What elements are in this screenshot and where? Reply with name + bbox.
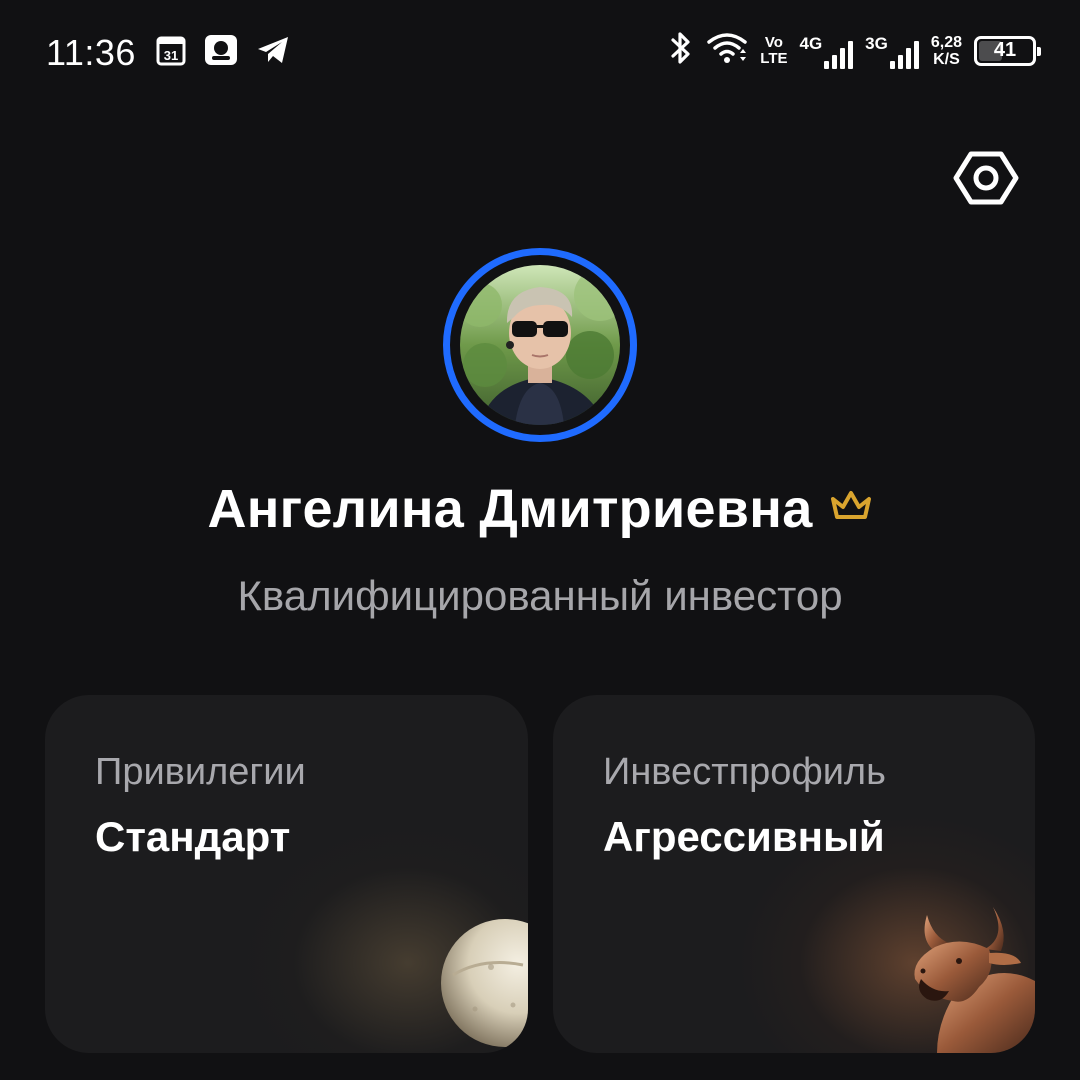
- signal-icon-sim1: 4G: [799, 33, 854, 69]
- settings-button[interactable]: [950, 146, 1022, 210]
- profile-screen: 11:36 31 Vo LTE 4G 3G 6,28 K/S 41 Ангели…: [0, 0, 1080, 1080]
- avatar-photo: [460, 265, 620, 425]
- calendar-icon: 31: [156, 34, 186, 71]
- status-system-icons: Vo LTE 4G 3G 6,28 K/S 41: [668, 30, 1041, 71]
- battery-icon: 41: [974, 35, 1041, 66]
- calendar-day: 31: [164, 48, 178, 63]
- status-notification-icons: 31: [156, 34, 290, 71]
- settings-icon: [953, 151, 1019, 205]
- notification-icon: [204, 34, 238, 71]
- network-speed: 6,28 K/S: [930, 33, 962, 68]
- privileges-card[interactable]: Привилегии Стандарт: [45, 695, 528, 1053]
- privileges-value: Стандарт: [95, 813, 291, 860]
- battery-level: 41: [993, 39, 1017, 61]
- chess-pawn-icon: [393, 917, 528, 1053]
- telegram-icon: [256, 35, 290, 70]
- volte-indicator: Vo LTE: [760, 33, 788, 67]
- signal-icon-sim2: 3G: [865, 33, 919, 69]
- bull-icon: [897, 901, 1035, 1053]
- status-bar: 11:36 31 Vo LTE 4G 3G 6,28 K/S 41: [0, 0, 1080, 104]
- profile-name-row: Ангелина Дмитриевна: [0, 478, 1080, 540]
- profile-status: Квалифицированный инвестор: [237, 572, 843, 619]
- status-time: 11:36: [46, 32, 136, 73]
- profile-name: Ангелина Дмитриевна: [207, 479, 813, 539]
- invest-profile-label: Инвестпрофиль: [603, 751, 886, 793]
- privileges-label: Привилегии: [95, 751, 306, 793]
- avatar[interactable]: [443, 248, 637, 442]
- crown-icon: [829, 489, 873, 530]
- invest-profile-value: Агрессивный: [603, 813, 885, 860]
- wifi-icon: [706, 31, 748, 70]
- invest-profile-card[interactable]: Инвестпрофиль Агрессивный: [553, 695, 1035, 1053]
- bluetooth-icon: [668, 30, 694, 71]
